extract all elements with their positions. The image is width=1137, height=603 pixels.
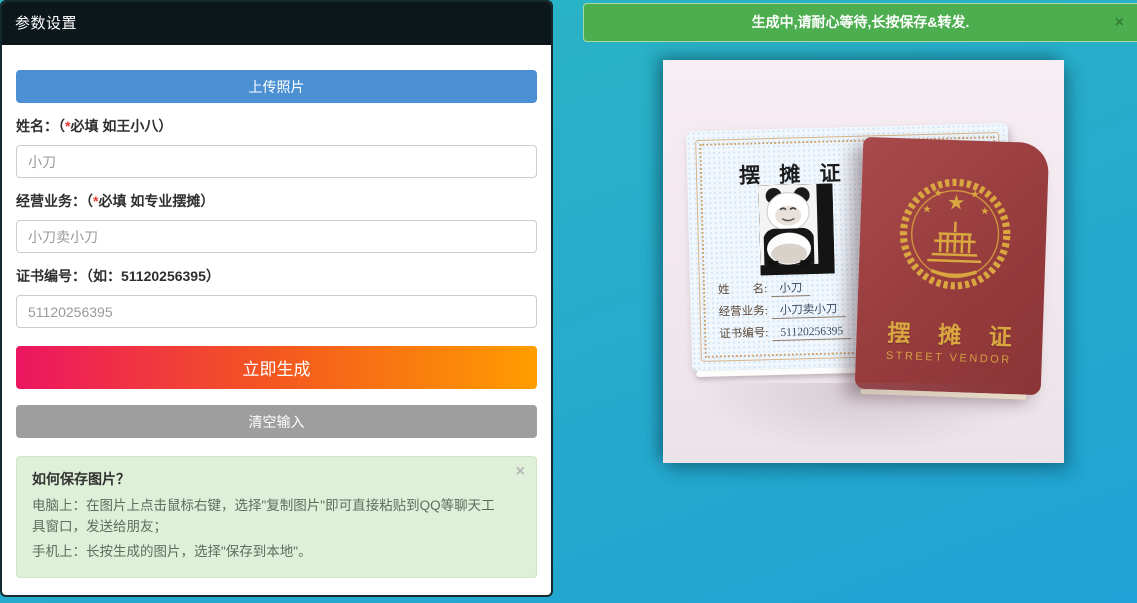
cert-name-value: 小刀 [771,282,810,297]
cert-number-label-text: 证书编号：（如：51120256395） [16,268,220,284]
toast-message: 生成中,请耐心等待,长按保存&转发. [752,14,970,30]
business-input[interactable] [16,220,537,253]
alert-close-icon[interactable]: × [516,464,525,480]
help-line-mobile: 手机上：长按生成的图片，选择"保存到本地"。 [32,542,506,563]
vendor-booklet: ★ ★ ★ ★ ★ 摆 摊 证 STREET VENDOR [855,137,1050,395]
cert-business-value: 小刀卖小刀 [772,303,846,319]
panel-title: 参数设置 [15,15,77,32]
name-label: 姓名：（*必填 如王小八） [16,116,537,136]
svg-text:★: ★ [970,188,980,200]
cert-number-value: 51120256395 [772,325,851,341]
save-help-alert: × 如何保存图片？ 电脑上：在图片上点击鼠标右键，选择"复制图片"即可直接粘贴到… [16,456,537,578]
certificate-number-row: 证书编号:51120256395 [719,322,851,341]
help-line-pc: 电脑上：在图片上点击鼠标右键，选择"复制图片"即可直接粘贴到QQ等聊天工具窗口，… [32,496,506,538]
certificate-name-row: 姓 名:小刀 [718,278,850,297]
national-emblem-icon: ★ ★ ★ ★ ★ [891,170,1019,298]
certificate-business-row: 经营业务:小刀卖小刀 [718,300,850,319]
name-input[interactable] [16,145,537,178]
certificate-fields: 姓 名:小刀 经营业务:小刀卖小刀 证书编号:51120256395 [718,278,852,347]
generated-certificate-image[interactable]: 摆 摊 证 [663,60,1064,463]
cert-number-label: 证书编号: [719,327,769,340]
cert-number-field-group: 证书编号：（如：51120256395） [16,266,537,328]
business-label: 经营业务：（*必填 如专业摆摊） [16,191,537,211]
cert-business-label: 经营业务: [719,305,769,318]
panel-body: 上传照片 姓名：（*必填 如王小八） 经营业务：（*必填 如专业摆摊） 证书编号… [2,45,551,578]
help-title: 如何保存图片？ [32,469,506,489]
svg-text:★: ★ [922,203,932,215]
generating-toast: 生成中,请耐心等待,长按保存&转发. × [583,3,1137,42]
booklet-title: 摆 摊 证 [856,313,1043,353]
cert-number-input[interactable] [16,295,537,328]
business-label-suffix: 必填 如专业摆摊） [98,193,214,209]
upload-photo-button[interactable]: 上传照片 [16,70,537,103]
name-label-suffix: 必填 如王小八） [70,118,172,134]
cert-number-label: 证书编号：（如：51120256395） [16,266,537,286]
panda-photo [758,183,834,275]
svg-text:★: ★ [947,190,966,215]
panel-header: 参数设置 [2,2,551,45]
business-field-group: 经营业务：（*必填 如专业摆摊） [16,191,537,253]
svg-text:★: ★ [980,205,990,217]
cert-name-label: 姓 名: [718,283,768,296]
clear-input-button[interactable]: 清空输入 [16,405,537,438]
settings-panel: 参数设置 上传照片 姓名：（*必填 如王小八） 经营业务：（*必填 如专业摆摊）… [0,0,553,597]
generate-button[interactable]: 立即生成 [16,346,537,389]
name-field-group: 姓名：（*必填 如王小八） [16,116,537,178]
toast-close-icon[interactable]: × [1115,4,1124,41]
svg-text:★: ★ [933,187,943,199]
business-label-prefix: 经营业务：（ [16,193,93,209]
name-label-prefix: 姓名：（ [16,118,65,134]
panda-meme-icon [758,183,834,275]
page: 参数设置 上传照片 姓名：（*必填 如王小八） 经营业务：（*必填 如专业摆摊）… [0,0,1137,603]
